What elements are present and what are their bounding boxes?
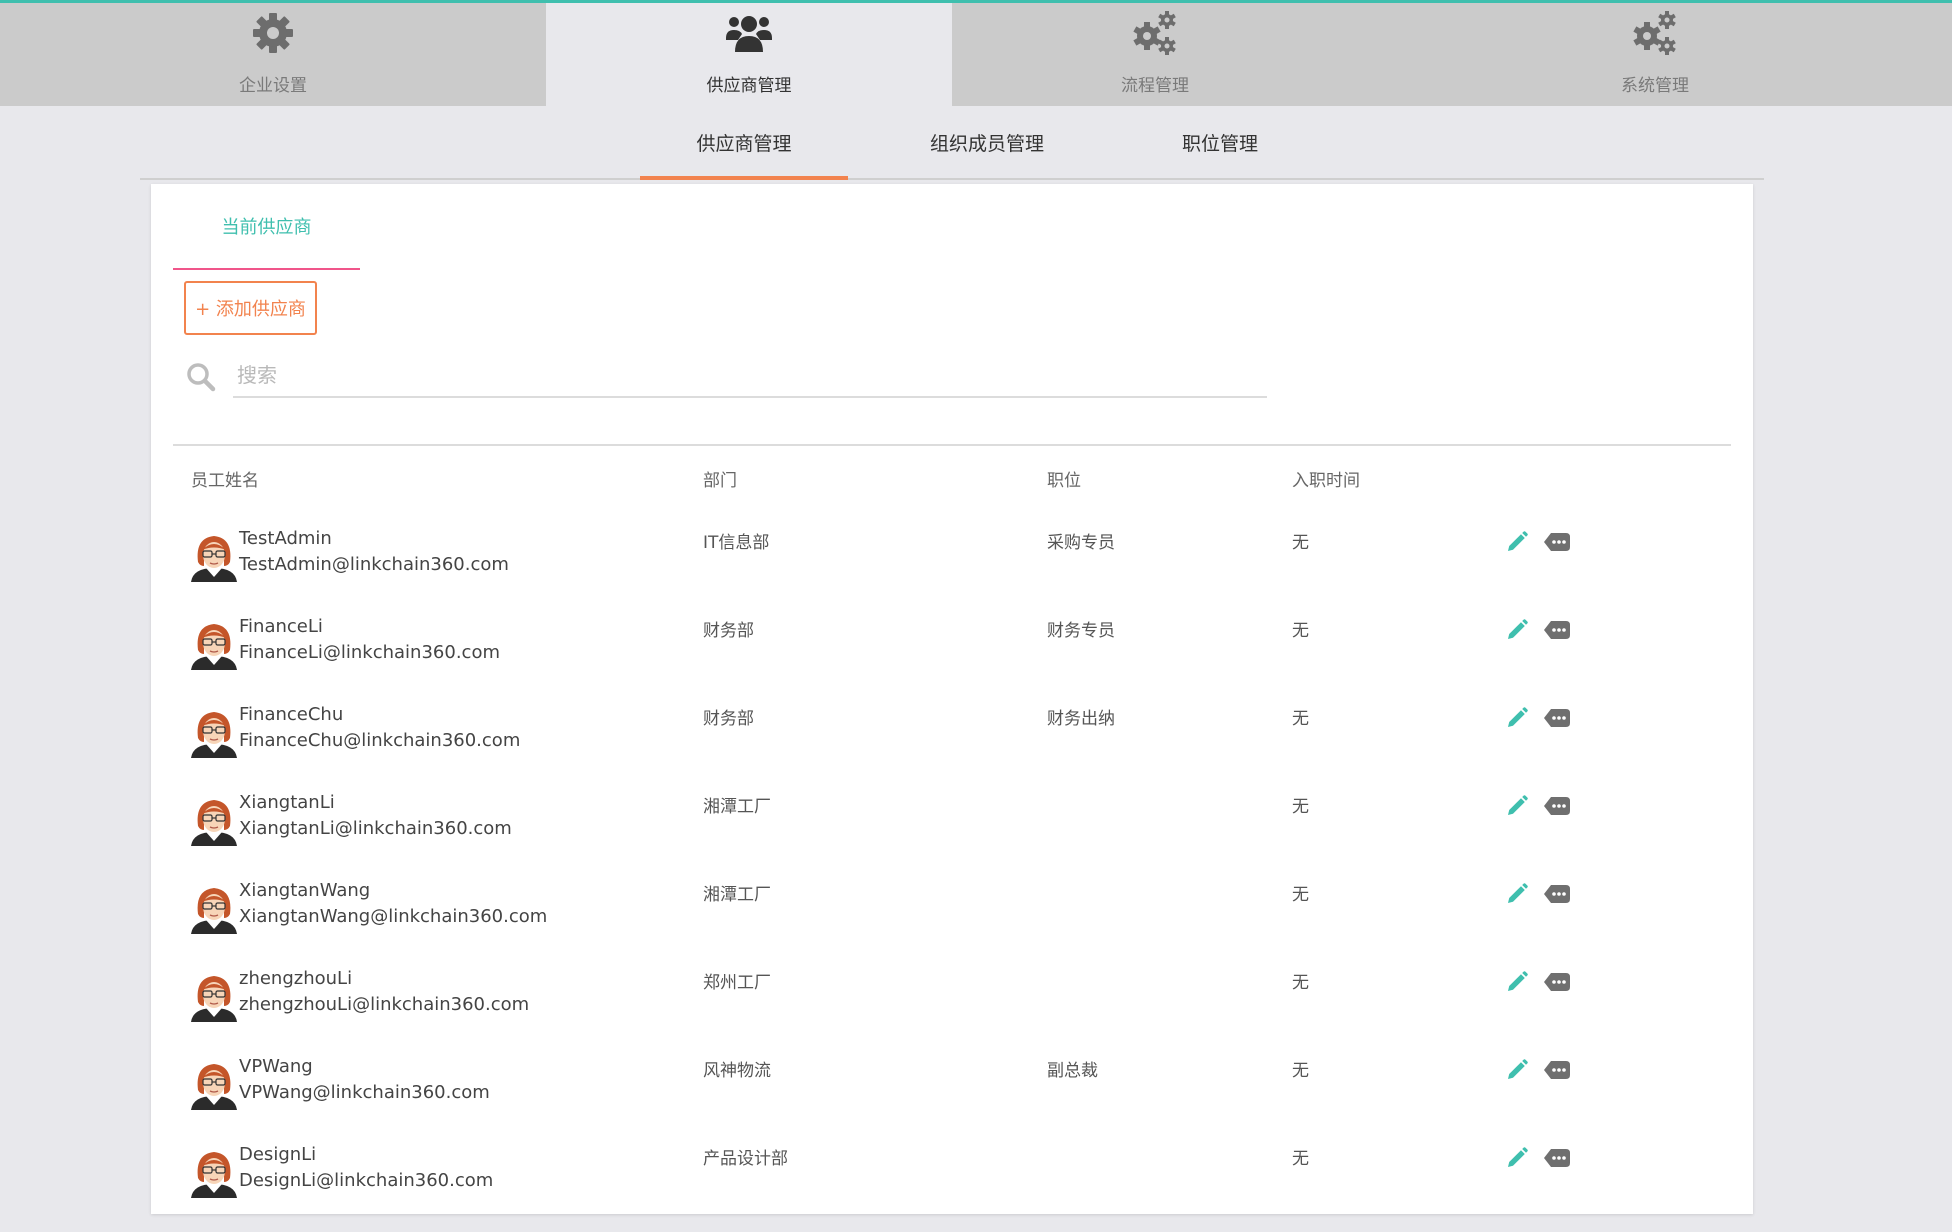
employee-department: IT信息部 (703, 533, 770, 553)
subtab-position-management[interactable]: 职位管理 (1120, 106, 1320, 178)
avatar (189, 1060, 239, 1110)
more-icon[interactable] (1543, 796, 1571, 816)
edit-icon[interactable] (1505, 618, 1529, 642)
tab-current-suppliers[interactable]: 当前供应商 (173, 184, 360, 270)
sub-nav: 供应商管理 组织成员管理 职位管理 (140, 106, 1764, 180)
employee-email: zhengzhouLi@linkchain360.com (239, 994, 530, 1015)
employee-name: FinanceLi (239, 616, 323, 637)
employee-position: 财务专员 (1047, 621, 1115, 641)
employee-position: 财务出纳 (1047, 709, 1115, 729)
table-row: XiangtanWang XiangtanWang@linkchain360.c… (151, 880, 1753, 968)
avatar (189, 796, 239, 846)
more-icon[interactable] (1543, 708, 1571, 728)
search-icon (186, 362, 216, 396)
table-row: FinanceChu FinanceChu@linkchain360.com 财… (151, 704, 1753, 792)
column-header-position: 职位 (1047, 471, 1081, 491)
employee-email: FinanceChu@linkchain360.com (239, 730, 521, 751)
table-row: VPWang VPWang@linkchain360.com 风神物流 副总裁 … (151, 1056, 1753, 1144)
edit-icon[interactable] (1505, 794, 1529, 818)
search-input[interactable] (233, 354, 1267, 398)
more-icon[interactable] (1543, 532, 1571, 552)
employee-join-date: 无 (1292, 885, 1309, 905)
users-icon (726, 9, 772, 57)
top-tab-process-management[interactable]: 流程管理 (952, 3, 1358, 106)
table-row: XiangtanLi XiangtanLi@linkchain360.com 湘… (151, 792, 1753, 880)
employee-position: 副总裁 (1047, 1061, 1098, 1081)
edit-icon[interactable] (1505, 706, 1529, 730)
avatar (189, 884, 239, 934)
employee-name: VPWang (239, 1056, 313, 1077)
employee-join-date: 无 (1292, 621, 1309, 641)
employee-name: FinanceChu (239, 704, 344, 725)
more-icon[interactable] (1543, 620, 1571, 640)
employee-email: FinanceLi@linkchain360.com (239, 642, 500, 663)
employee-department: 郑州工厂 (703, 973, 771, 993)
more-icon[interactable] (1543, 884, 1571, 904)
employee-join-date: 无 (1292, 533, 1309, 553)
edit-icon[interactable] (1505, 530, 1529, 554)
edit-icon[interactable] (1505, 1146, 1529, 1170)
employee-department: 湘潭工厂 (703, 797, 771, 817)
table-row: zhengzhouLi zhengzhouLi@linkchain360.com… (151, 968, 1753, 1056)
column-header-employee-name: 员工姓名 (191, 471, 259, 491)
employee-name: XiangtanLi (239, 792, 335, 813)
employee-email: XiangtanWang@linkchain360.com (239, 906, 548, 927)
top-tab-label: 系统管理 (1621, 76, 1689, 96)
employee-email: XiangtanLi@linkchain360.com (239, 818, 512, 839)
top-tab-label: 企业设置 (239, 76, 307, 96)
employee-position: 采购专员 (1047, 533, 1115, 553)
table-divider (173, 444, 1731, 446)
employee-department: 财务部 (703, 621, 754, 641)
employee-email: DesignLi@linkchain360.com (239, 1170, 494, 1191)
employee-department: 产品设计部 (703, 1149, 788, 1169)
edit-icon[interactable] (1505, 882, 1529, 906)
employee-name: DesignLi (239, 1144, 317, 1165)
top-tab-label: 供应商管理 (706, 76, 792, 96)
supplier-panel: 当前供应商 + 添加供应商 员工姓名 部门 职位 入职时间 Test (151, 184, 1753, 1214)
gears-icon (1452, 9, 1858, 57)
employee-join-date: 无 (1292, 797, 1309, 817)
subtab-supplier-management[interactable]: 供应商管理 (640, 106, 848, 180)
table-row: TestAdmin TestAdmin@linkchain360.com IT信… (151, 528, 1753, 616)
employee-department: 风神物流 (703, 1061, 771, 1081)
avatar (189, 1148, 239, 1198)
employee-join-date: 无 (1292, 1149, 1309, 1169)
edit-icon[interactable] (1505, 1058, 1529, 1082)
employee-join-date: 无 (1292, 973, 1309, 993)
top-tab-enterprise-settings[interactable]: 企业设置 (0, 3, 546, 106)
employee-department: 湘潭工厂 (703, 885, 771, 905)
table-row: FinanceLi FinanceLi@linkchain360.com 财务部… (151, 616, 1753, 704)
employee-email: VPWang@linkchain360.com (239, 1082, 490, 1103)
avatar (189, 972, 239, 1022)
column-header-join-date: 入职时间 (1292, 471, 1360, 491)
gear-icon (251, 9, 295, 57)
add-supplier-button[interactable]: + 添加供应商 (184, 281, 317, 335)
avatar (189, 620, 239, 670)
avatar (189, 532, 239, 582)
edit-icon[interactable] (1505, 970, 1529, 994)
avatar (189, 708, 239, 758)
top-tab-label: 流程管理 (1121, 76, 1189, 96)
employee-name: zhengzhouLi (239, 968, 353, 989)
more-icon[interactable] (1543, 972, 1571, 992)
employee-name: XiangtanWang (239, 880, 371, 901)
employee-join-date: 无 (1292, 1061, 1309, 1081)
more-icon[interactable] (1543, 1060, 1571, 1080)
employee-join-date: 无 (1292, 709, 1309, 729)
more-icon[interactable] (1543, 1148, 1571, 1168)
table-row: DesignLi DesignLi@linkchain360.com 产品设计部… (151, 1144, 1753, 1232)
top-tab-supplier-management[interactable]: 供应商管理 (546, 3, 952, 106)
employee-name: TestAdmin (239, 528, 332, 549)
subtab-org-member-management[interactable]: 组织成员管理 (882, 106, 1092, 178)
column-header-department: 部门 (703, 471, 737, 491)
top-tab-system-management[interactable]: 系统管理 (1358, 3, 1952, 106)
employee-department: 财务部 (703, 709, 754, 729)
gears-icon (1132, 9, 1178, 57)
top-nav: 企业设置 供应商管理 流程管理 系统管理 (0, 3, 1952, 106)
employee-email: TestAdmin@linkchain360.com (239, 554, 509, 575)
